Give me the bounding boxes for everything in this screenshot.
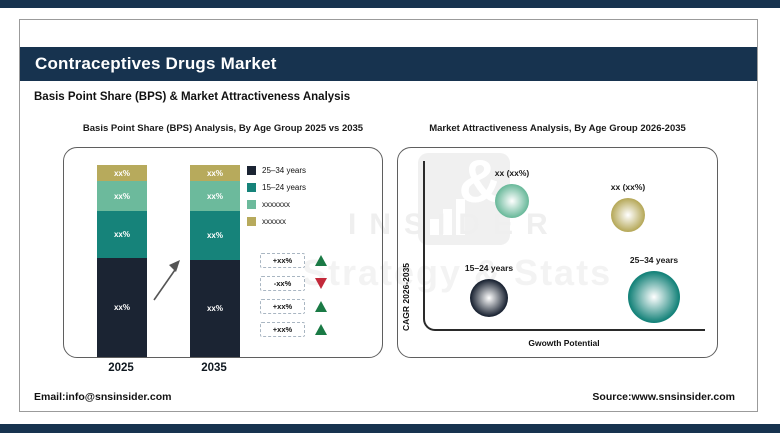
trend-arrow-icon [153,260,180,301]
bubble-label: 15–24 years [464,263,514,273]
legend-item: xxxxxx [247,213,306,230]
change-badge: +xx% [260,249,327,272]
triangle-up-icon [315,255,327,266]
bps-stacked-bar-chart: xx% xx% xx% xx% xx% xx% xx% xx% 25–34 years 15–… [63,147,383,358]
bubble-label: xx (xx%) [494,168,530,178]
triangle-down-icon [315,278,327,289]
change-badges: +xx% -xx% +xx% +xx% [260,249,327,341]
legend-swatch-icon [247,217,256,226]
bubble-label: 25–34 years [629,255,679,265]
change-badge: +xx% [260,295,327,318]
bar-segment: xx% [190,260,240,357]
legend-label: 15–24 years [262,183,307,192]
legend-swatch-icon [247,183,256,192]
infographic-canvas: & INSIDER Strategy & Stats Contraceptive… [0,0,780,433]
legend-item: xxxxxxx [247,196,306,213]
bar-segment: xx% [97,258,147,357]
bar-segment: xx% [190,211,240,260]
legend-item: 25–34 years [247,162,306,179]
bubble [611,198,645,232]
change-badge-value: +xx% [260,299,305,314]
bubble [495,184,529,218]
legend-label: xxxxxxx [262,200,290,209]
bar-category-label: 2035 [201,362,227,374]
legend-swatch-icon [247,200,256,209]
bubble [628,271,680,323]
footer-email: Email:info@snsinsider.com [34,391,172,403]
bar-segment: xx% [97,181,147,211]
market-attractiveness-bubble-chart: CAGR 2026-2035 xx (xx%) xx (xx%) 15–24 yea… [397,147,718,358]
stacked-bar: xx% xx% xx% xx% [190,165,240,357]
triangle-up-icon [315,301,327,312]
change-badge-value: -xx% [260,276,305,291]
page-subtitle: Basis Point Share (BPS) & Market Attract… [34,91,351,103]
change-badge-value: +xx% [260,253,305,268]
bottom-accent-strip [0,424,780,433]
bar-category-label: 2025 [108,362,134,374]
change-badge: -xx% [260,272,327,295]
bps-chart-title: Basis Point Share (BPS) Analysis, By Age… [82,123,364,134]
change-badge-value: +xx% [260,322,305,337]
bar-segment: xx% [190,165,240,181]
triangle-up-icon [315,324,327,335]
title-bar: Contraceptives Drugs Market [20,47,757,81]
top-accent-strip [0,0,780,8]
legend-label: 25–34 years [262,166,307,175]
bar-segment: xx% [97,165,147,181]
bar-segment: xx% [97,211,147,258]
change-badge: +xx% [260,318,327,341]
page-title: Contraceptives Drugs Market [35,54,277,73]
legend-item: 15–24 years [247,179,306,196]
bubble [470,279,508,317]
x-axis-label: Gwowth Potential [528,338,600,348]
bar-legend: 25–34 years 15–24 years xxxxxxx xxxxxx [247,162,306,230]
bar-segment: xx% [190,181,240,211]
attractiveness-chart-title: Market Attractiveness Analysis, By Age G… [429,123,686,134]
footer-source: Source:www.snsinsider.com [592,391,735,403]
bubble-plot: xx (xx%) xx (xx%) 15–24 years 25–34 years [398,148,717,357]
legend-swatch-icon [247,166,256,175]
bubble-label: xx (xx%) [610,182,646,192]
legend-label: xxxxxx [262,217,286,226]
stacked-bar: xx% xx% xx% xx% [97,165,147,357]
